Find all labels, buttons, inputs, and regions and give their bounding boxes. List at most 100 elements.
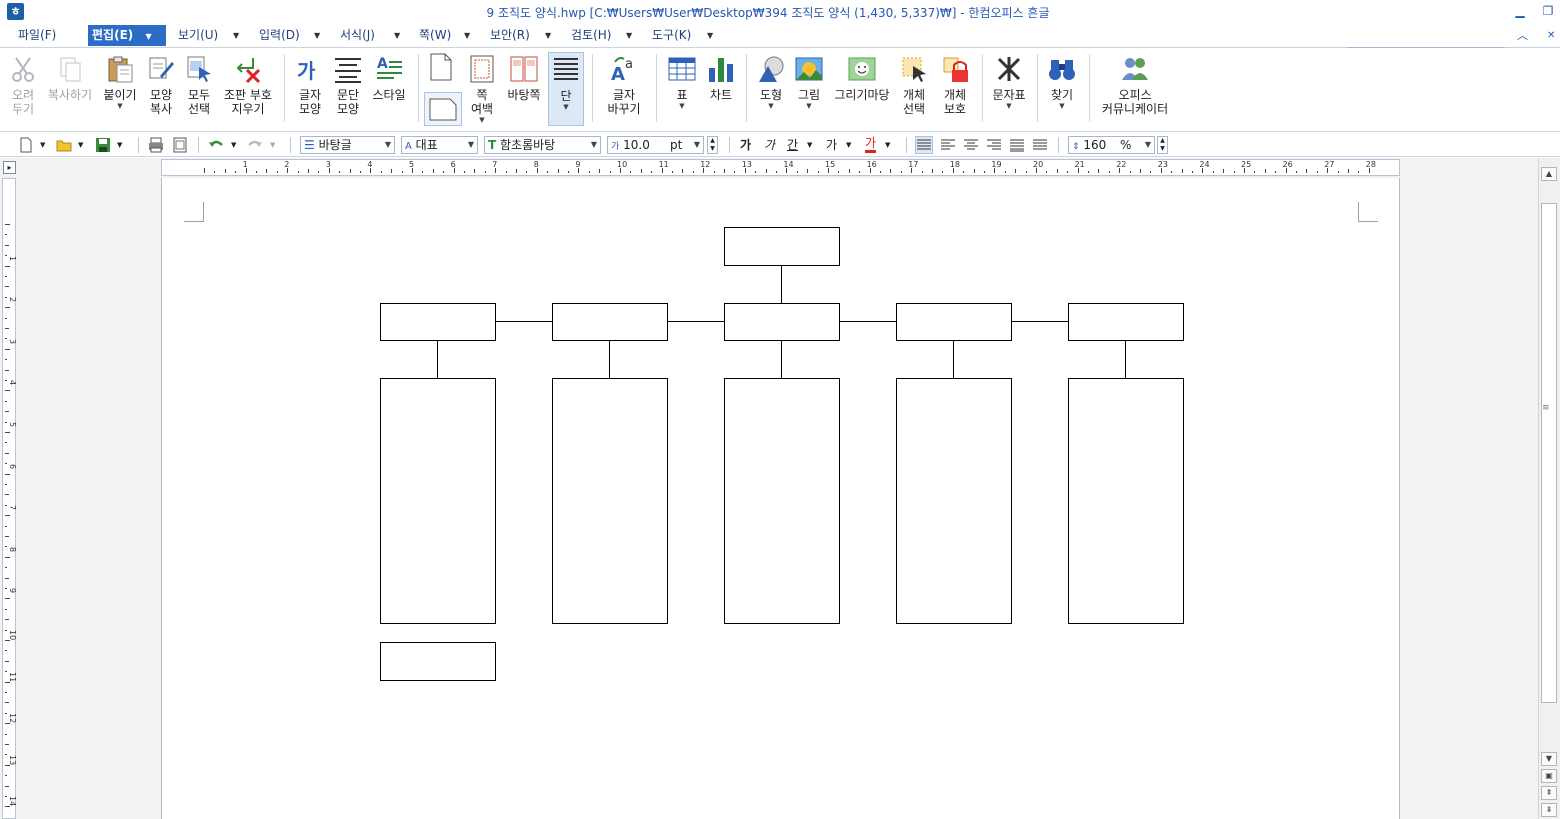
org-detail-box[interactable]	[1068, 378, 1184, 624]
connector-line[interactable]	[437, 341, 438, 378]
minimize-icon[interactable]: ▁	[1511, 2, 1529, 20]
zoom-select[interactable]: ⇕ 160 % ▼	[1068, 136, 1155, 154]
underline-button[interactable]: 간	[787, 137, 798, 153]
object-protect-button[interactable]: 개체 보호	[936, 54, 974, 116]
undo-dropdown-icon[interactable]: ▼	[231, 137, 236, 153]
bold-button[interactable]: 가	[740, 137, 751, 153]
font-color-button[interactable]: 가	[865, 137, 877, 153]
connector-line[interactable]	[609, 341, 610, 378]
connector-line[interactable]	[840, 321, 896, 322]
menu-review-arrow-icon[interactable]: ▼	[626, 25, 632, 46]
draw-gallery-button[interactable]: 그리기마당	[832, 54, 892, 102]
paste-button[interactable]: 붙이기 ▼	[100, 54, 140, 110]
menu-tools[interactable]: 도구(K)	[652, 25, 691, 46]
redo-icon[interactable]	[247, 137, 263, 153]
org-detail-box[interactable]	[724, 378, 840, 624]
strike-button[interactable]: 가	[826, 137, 837, 153]
ribbon-collapse-icon[interactable]: ︿	[1517, 25, 1528, 46]
org-detail-box[interactable]	[896, 378, 1012, 624]
save-dropdown-icon[interactable]: ▼	[117, 137, 122, 153]
close-doc-icon[interactable]: ✕	[1547, 25, 1555, 46]
connector-line[interactable]	[1125, 341, 1126, 378]
format-copy-button[interactable]: 모양 복사	[143, 54, 179, 116]
org-extra-box[interactable]	[380, 642, 496, 681]
find-dropdown-icon[interactable]: ▼	[1044, 102, 1080, 110]
menu-tools-arrow-icon[interactable]: ▼	[707, 25, 713, 46]
split-align-icon[interactable]	[1032, 137, 1048, 153]
menu-insert-arrow-icon[interactable]: ▼	[314, 25, 320, 46]
char-replace-button[interactable]: Aa 글자 바꾸기	[602, 54, 646, 116]
ruler-corner-button[interactable]: ▸	[3, 161, 16, 174]
org-dept-box[interactable]	[724, 303, 840, 341]
font-color-dropdown-icon[interactable]: ▼	[885, 137, 890, 153]
next-page-icon[interactable]: ⇟	[1541, 803, 1557, 817]
shape-dropdown-icon[interactable]: ▼	[754, 102, 788, 110]
print-icon[interactable]	[148, 137, 164, 153]
scroll-down-icon[interactable]: ▼	[1541, 752, 1557, 766]
object-select-button[interactable]: 개체 선택	[897, 54, 931, 116]
symbol-button[interactable]: 문자표 ▼	[989, 54, 1029, 110]
horizontal-ruler[interactable]: 1 2 3 4 5 6 7 8 9 10 11 12 13 14 15 16 17 18 19 20 21 22 23 24 2…	[161, 159, 1400, 176]
menu-view-arrow-icon[interactable]: ▼	[233, 25, 239, 46]
restore-icon[interactable]: ❐	[1539, 2, 1557, 20]
page-portrait-button[interactable]	[426, 52, 458, 82]
preview-icon[interactable]	[172, 137, 188, 153]
symbol-dropdown-icon[interactable]: ▼	[989, 102, 1029, 110]
select-all-button[interactable]: 모두 선택	[182, 54, 216, 116]
org-detail-box[interactable]	[552, 378, 668, 624]
page-margin-button[interactable]: 쪽 여백 ▼	[464, 54, 500, 124]
menu-security-arrow-icon[interactable]: ▼	[545, 25, 551, 46]
para-shape-button[interactable]: 문단 모양	[331, 54, 365, 116]
font-select[interactable]: T 함초롬바탕 ▼	[484, 136, 601, 154]
page-view-icon[interactable]: ▣	[1541, 769, 1557, 783]
menu-file[interactable]: 파일(F)	[18, 25, 56, 46]
language-select[interactable]: A 대표 ▼	[401, 136, 478, 154]
redo-dropdown-icon[interactable]: ▼	[270, 137, 275, 153]
find-button[interactable]: 찾기 ▼	[1044, 54, 1080, 110]
page-landscape-button[interactable]	[424, 92, 462, 126]
connector-line[interactable]	[1012, 321, 1068, 322]
menu-page-arrow-icon[interactable]: ▼	[464, 25, 470, 46]
menu-insert[interactable]: 입력(D)	[259, 25, 300, 46]
open-dropdown-icon[interactable]: ▼	[78, 137, 83, 153]
master-page-button[interactable]: 바탕쪽	[504, 54, 544, 102]
scrollbar-thumb[interactable]	[1541, 203, 1557, 703]
font-select-arrow-icon[interactable]: ▼	[591, 137, 597, 153]
office-communicator-button[interactable]: 오피스 커뮤니케이터	[1097, 54, 1173, 116]
org-dept-box[interactable]	[380, 303, 496, 341]
new-doc-icon[interactable]	[18, 137, 34, 153]
save-icon[interactable]	[95, 137, 111, 153]
font-size-select[interactable]: 가 10.0 pt ▼	[607, 136, 704, 154]
prev-page-icon[interactable]: ⇞	[1541, 786, 1557, 800]
connector-line[interactable]	[781, 341, 782, 378]
style-select[interactable]: ☰ 바탕글 ▼	[300, 136, 395, 154]
underline-dropdown-icon[interactable]: ▼	[807, 137, 812, 153]
copy-button[interactable]: 복사하기	[44, 54, 96, 102]
menu-view[interactable]: 보기(U)	[178, 25, 218, 46]
justify-icon[interactable]	[915, 136, 933, 154]
connector-line[interactable]	[668, 321, 724, 322]
column-dropdown-icon[interactable]: ▼	[549, 103, 583, 111]
picture-dropdown-icon[interactable]: ▼	[792, 102, 826, 110]
paste-dropdown-icon[interactable]: ▼	[100, 102, 140, 110]
org-top-box[interactable]	[724, 227, 840, 266]
language-select-arrow-icon[interactable]: ▼	[468, 137, 474, 153]
font-size-stepper[interactable]: ▲ ▼	[707, 136, 718, 154]
style-button[interactable]: A 스타일	[369, 54, 409, 102]
undo-icon[interactable]	[208, 137, 224, 153]
connector-line[interactable]	[496, 321, 552, 322]
org-detail-box[interactable]	[380, 378, 496, 624]
strike-dropdown-icon[interactable]: ▼	[846, 137, 851, 153]
connector-line[interactable]	[781, 266, 782, 303]
clear-marks-button[interactable]: 조판 부호 지우기	[219, 54, 277, 116]
menu-format[interactable]: 서식(J)	[340, 25, 375, 46]
table-dropdown-icon[interactable]: ▼	[666, 102, 698, 110]
menu-review[interactable]: 검토(H)	[571, 25, 611, 46]
open-folder-icon[interactable]	[56, 137, 72, 153]
picture-button[interactable]: 그림 ▼	[792, 54, 826, 110]
vertical-ruler[interactable]: 1 2 3 4 5 6 7 8 9 10 11 12 13 14	[2, 178, 17, 819]
org-dept-box[interactable]	[896, 303, 1012, 341]
menu-page[interactable]: 쪽(W)	[419, 25, 451, 46]
menu-security[interactable]: 보안(R)	[490, 25, 530, 46]
org-dept-box[interactable]	[552, 303, 668, 341]
